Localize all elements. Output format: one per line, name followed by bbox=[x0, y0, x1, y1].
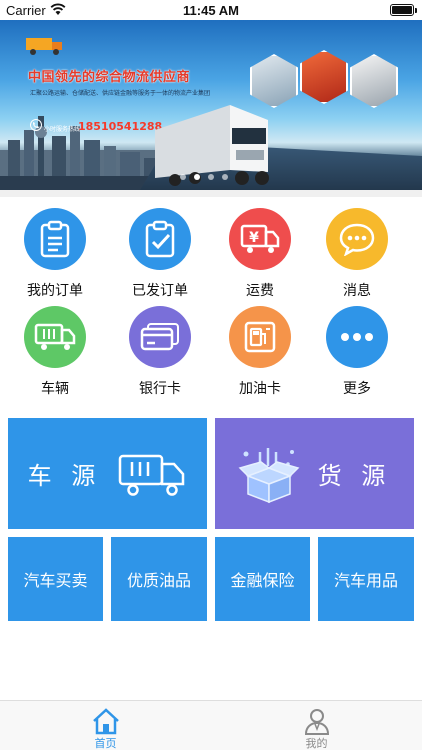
car-supplies-tile[interactable]: 汽车用品 bbox=[318, 537, 414, 621]
carousel-dot[interactable] bbox=[180, 174, 186, 180]
bottom-tab-bar: 首页 我的 bbox=[0, 700, 422, 750]
grid-item-label: 加油卡 bbox=[239, 381, 281, 397]
grid-item-freight[interactable]: ¥ 运费 bbox=[210, 200, 310, 300]
carousel-dot[interactable] bbox=[208, 174, 214, 180]
more-icon bbox=[326, 306, 388, 368]
grid-item-label: 更多 bbox=[343, 381, 371, 397]
status-bar: Carrier 11:45 AM bbox=[0, 0, 422, 20]
truck-icon bbox=[119, 454, 185, 496]
promo-banner[interactable]: 中国领先的综合物流供应商 汇聚公路运输、仓储配送、供应链金融等服务于一体的物流产… bbox=[0, 20, 422, 190]
tab-mine-label: 我的 bbox=[305, 737, 328, 750]
bank-card-icon bbox=[129, 306, 191, 368]
user-icon bbox=[304, 709, 330, 735]
carousel-indicator[interactable] bbox=[180, 174, 228, 180]
banner-headline: 中国领先的综合物流供应商 bbox=[28, 70, 191, 85]
grid-item-label: 银行卡 bbox=[139, 381, 181, 397]
carousel-dot-active[interactable] bbox=[194, 174, 200, 180]
vehicle-source-tile[interactable]: 车 源 bbox=[8, 418, 207, 529]
grid-item-sent-orders[interactable]: 已发订单 bbox=[110, 200, 210, 300]
grid-item-label: 消息 bbox=[343, 283, 371, 299]
grid-item-label: 我的订单 bbox=[27, 283, 83, 299]
finance-insurance-tile[interactable]: 金融保险 bbox=[215, 537, 310, 621]
tab-home[interactable]: 首页 bbox=[0, 701, 211, 750]
grid-item-bank-card[interactable]: 银行卡 bbox=[110, 298, 210, 398]
tab-mine[interactable]: 我的 bbox=[211, 701, 422, 750]
tab-home-label: 首页 bbox=[94, 737, 117, 750]
grid-item-label: 车辆 bbox=[41, 381, 69, 397]
tile-label: 金融保险 bbox=[230, 571, 295, 590]
fuel-card-icon bbox=[229, 306, 291, 368]
grid-item-messages[interactable]: 消息 bbox=[307, 200, 407, 300]
grid-item-my-orders[interactable]: 我的订单 bbox=[5, 200, 105, 300]
tile-label: 汽车买卖 bbox=[23, 571, 88, 590]
car-trading-tile[interactable]: 汽车买卖 bbox=[8, 537, 103, 621]
carousel-dot[interactable] bbox=[222, 174, 228, 180]
chat-bubble-icon bbox=[326, 208, 388, 270]
vehicle-source-label: 车 源 bbox=[27, 462, 102, 490]
grid-item-fuel-card[interactable]: 加油卡 bbox=[210, 298, 310, 398]
cargo-source-tile[interactable]: 货 源 bbox=[215, 418, 414, 529]
truck-icon bbox=[24, 306, 86, 368]
hotline-label: 小时服务热线 bbox=[44, 126, 81, 133]
banner-subline: 汇聚公路运输、仓储配送、供应链金融等服务于一体的物流产业集团 bbox=[30, 90, 211, 97]
clipboard-icon bbox=[24, 208, 86, 270]
section-divider bbox=[0, 190, 422, 197]
cargo-source-label: 货 源 bbox=[317, 462, 392, 490]
truck-photo-hex-3 bbox=[350, 54, 398, 108]
tile-label: 优质油品 bbox=[126, 571, 191, 590]
truck-photo-hex-2 bbox=[300, 50, 348, 104]
company-logo-truck-icon bbox=[26, 38, 62, 55]
clock: 11:45 AM bbox=[183, 3, 239, 18]
home-icon bbox=[93, 708, 119, 735]
tile-label: 汽车用品 bbox=[333, 571, 398, 590]
phone-icon bbox=[30, 119, 42, 131]
grid-item-more[interactable]: 更多 bbox=[307, 298, 407, 398]
open-box-icon bbox=[238, 447, 300, 503]
clipboard-check-icon bbox=[129, 208, 191, 270]
grid-item-label: 运费 bbox=[246, 283, 274, 299]
grid-item-label: 已发订单 bbox=[132, 283, 188, 299]
quality-oil-tile[interactable]: 优质油品 bbox=[111, 537, 207, 621]
grid-item-vehicles[interactable]: 车辆 bbox=[5, 298, 105, 398]
svg-text:¥: ¥ bbox=[249, 230, 259, 246]
yen-truck-icon: ¥ bbox=[229, 208, 291, 270]
battery-icon bbox=[390, 4, 417, 16]
